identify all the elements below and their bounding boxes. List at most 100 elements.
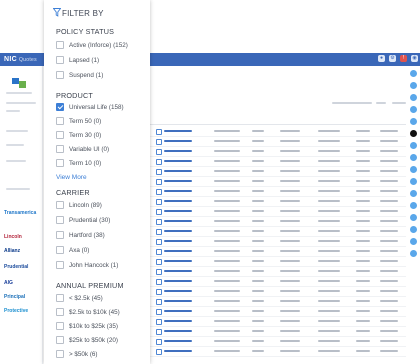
row-action-icon[interactable] — [410, 118, 417, 125]
nav-item[interactable] — [6, 144, 24, 146]
carrier-option[interactable]: Hartford (38) — [56, 230, 105, 240]
row-action-icon[interactable] — [410, 166, 417, 173]
carrier-logo[interactable]: AIG — [4, 280, 13, 286]
carrier-logo[interactable]: Transamerica — [4, 210, 36, 216]
table-cell — [318, 160, 340, 162]
row-action-icon[interactable] — [410, 178, 417, 185]
policy-status-option[interactable]: Suspend (1) — [56, 70, 103, 80]
carrier-option[interactable]: John Hancock (1) — [56, 260, 118, 270]
row-checkbox[interactable] — [156, 269, 162, 275]
checkbox[interactable] — [56, 246, 64, 254]
checkbox-checked[interactable] — [56, 103, 64, 111]
checkbox[interactable] — [56, 350, 64, 358]
row-checkbox[interactable] — [156, 339, 162, 345]
row-checkbox[interactable] — [156, 159, 162, 165]
checkbox[interactable] — [56, 159, 64, 167]
row-checkbox[interactable] — [156, 239, 162, 245]
brand-sub: Quotes — [18, 57, 37, 63]
row-checkbox[interactable] — [156, 299, 162, 305]
row-action-icon[interactable] — [410, 106, 417, 113]
checkbox[interactable] — [56, 71, 64, 79]
checkbox[interactable] — [56, 336, 64, 344]
product-option[interactable]: Term 10 (0) — [56, 158, 101, 168]
table-cell — [318, 350, 340, 352]
product-option[interactable]: Term 50 (0) — [56, 116, 101, 126]
premium-option[interactable]: > $50k (6) — [56, 349, 98, 359]
nav-item[interactable] — [6, 130, 28, 132]
checkbox[interactable] — [56, 201, 64, 209]
user-icon[interactable]: ◉ — [411, 55, 418, 62]
row-checkbox[interactable] — [156, 199, 162, 205]
checkbox[interactable] — [56, 294, 64, 302]
nav-item[interactable] — [6, 92, 32, 94]
carrier-logo[interactable]: Protective — [4, 308, 28, 314]
row-checkbox[interactable] — [156, 319, 162, 325]
row-checkbox[interactable] — [156, 219, 162, 225]
carrier-logo[interactable]: Allianz — [4, 248, 20, 254]
row-action-icon[interactable] — [410, 202, 417, 209]
carrier-option[interactable]: Prudential (30) — [56, 215, 110, 225]
row-action-icon[interactable] — [410, 130, 417, 137]
row-action-icon[interactable] — [410, 214, 417, 221]
row-checkbox[interactable] — [156, 309, 162, 315]
row-action-icon[interactable] — [410, 94, 417, 101]
checkbox[interactable] — [56, 117, 64, 125]
checkbox[interactable] — [56, 261, 64, 269]
carrier-logo[interactable]: Prudential — [4, 264, 28, 270]
carrier-logo[interactable]: Principal — [4, 294, 25, 300]
checkbox[interactable] — [56, 41, 64, 49]
premium-option[interactable]: $10k to $25k (35) — [56, 321, 118, 331]
checkbox[interactable] — [56, 231, 64, 239]
checkbox[interactable] — [56, 216, 64, 224]
premium-option[interactable]: $2.5k to $10k (45) — [56, 307, 120, 317]
row-action-icon[interactable] — [410, 82, 417, 89]
alert-icon[interactable]: ! — [400, 55, 407, 62]
product-option[interactable]: Variable UI (0) — [56, 144, 109, 154]
product-option[interactable]: Term 30 (0) — [56, 130, 101, 140]
row-action-icon[interactable] — [410, 70, 417, 77]
carrier-option[interactable]: Axa (0) — [56, 245, 89, 255]
product-option[interactable]: Universal Life (158) — [56, 102, 124, 112]
table-row[interactable] — [150, 346, 406, 357]
nav-item[interactable] — [6, 188, 30, 190]
carrier-logo[interactable]: Lincoln — [4, 234, 22, 240]
row-checkbox[interactable] — [156, 289, 162, 295]
row-checkbox[interactable] — [156, 249, 162, 255]
row-checkbox[interactable] — [156, 259, 162, 265]
checkbox[interactable] — [56, 131, 64, 139]
row-action-icon[interactable] — [410, 226, 417, 233]
checkbox[interactable] — [56, 308, 64, 316]
notification-icon[interactable]: ● — [378, 55, 385, 62]
row-action-icon[interactable] — [410, 238, 417, 245]
row-checkbox[interactable] — [156, 129, 162, 135]
table-cell — [252, 220, 264, 222]
premium-option[interactable]: $25k to $50k (20) — [56, 335, 118, 345]
checkbox[interactable] — [56, 145, 64, 153]
premium-option[interactable]: < $2.5k (45) — [56, 293, 103, 303]
row-checkbox[interactable] — [156, 169, 162, 175]
row-action-icon[interactable] — [410, 190, 417, 197]
view-more-link[interactable]: View More — [56, 174, 87, 181]
row-checkbox[interactable] — [156, 349, 162, 355]
row-checkbox[interactable] — [156, 209, 162, 215]
nav-item[interactable] — [6, 110, 20, 112]
nav-item[interactable] — [6, 102, 36, 104]
row-checkbox[interactable] — [156, 149, 162, 155]
row-checkbox[interactable] — [156, 179, 162, 185]
checkbox[interactable] — [56, 56, 64, 64]
row-action-icon[interactable] — [410, 250, 417, 257]
settings-icon[interactable]: ⚙ — [389, 55, 396, 62]
policy-status-option[interactable]: Lapsed (1) — [56, 55, 99, 65]
brand-logo[interactable]: NIC Quotes — [4, 53, 37, 66]
nav-item[interactable] — [6, 160, 26, 162]
row-action-icon[interactable] — [410, 154, 417, 161]
row-checkbox[interactable] — [156, 139, 162, 145]
row-checkbox[interactable] — [156, 229, 162, 235]
carrier-option[interactable]: Lincoln (89) — [56, 200, 102, 210]
row-checkbox[interactable] — [156, 329, 162, 335]
row-checkbox[interactable] — [156, 279, 162, 285]
row-action-icon[interactable] — [410, 142, 417, 149]
policy-status-option[interactable]: Active (Inforce) (152) — [56, 40, 128, 50]
checkbox[interactable] — [56, 322, 64, 330]
row-checkbox[interactable] — [156, 189, 162, 195]
